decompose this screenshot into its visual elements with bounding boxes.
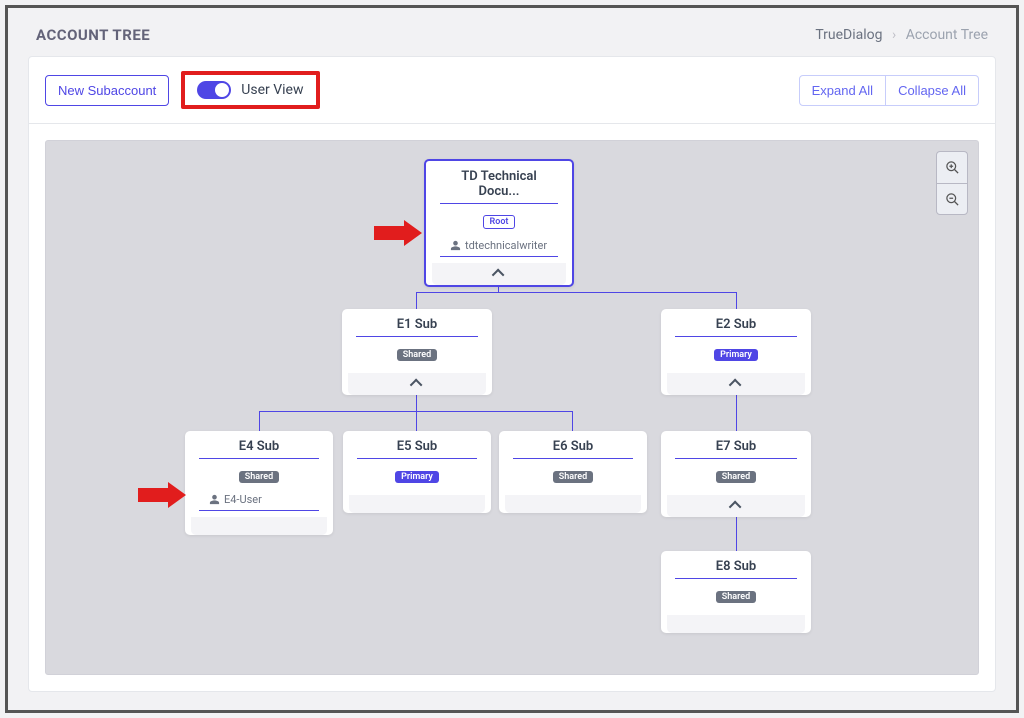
tree-node-e4[interactable]: E4 Sub Shared E4-User [185,431,333,535]
chevron-up-icon [413,377,422,391]
expand-all-button[interactable]: Expand All [799,75,886,106]
badge-shared: Shared [239,471,279,483]
chevron-up-icon [495,267,504,281]
user-view-label: User View [241,82,303,98]
node-user: tdtechnicalwriter [440,235,558,257]
collapse-toggle[interactable] [667,373,805,395]
node-user: E4-User [199,489,319,511]
node-title: E8 Sub [675,559,797,579]
user-icon [209,494,220,505]
user-icon [450,240,461,251]
breadcrumb-current: Account Tree [906,27,988,43]
new-subaccount-button[interactable]: New Subaccount [45,75,169,106]
breadcrumb-parent[interactable]: TrueDialog [815,27,882,43]
badge-shared: Shared [716,471,756,483]
toggle-switch-icon[interactable] [197,81,231,99]
node-title: E2 Sub [675,317,797,337]
badge-shared: Shared [397,349,437,361]
tree-node-e5[interactable]: E5 Sub Primary [343,431,491,513]
badge-primary: Primary [714,349,758,361]
node-footer[interactable] [191,517,327,535]
chevron-up-icon [732,377,741,391]
tree-node-e2[interactable]: E2 Sub Primary [661,309,811,395]
node-title: E5 Sub [357,439,477,459]
badge-shared: Shared [716,591,756,603]
collapse-toggle[interactable] [432,263,566,285]
red-arrow-annotation [374,220,422,246]
magnify-plus-icon [945,160,960,175]
node-title: E1 Sub [356,317,478,337]
tree-canvas[interactable]: TD Technical Docu... Root tdtechnicalwri… [45,140,979,675]
zoom-out-button[interactable] [936,183,968,215]
node-footer[interactable] [667,615,805,633]
user-view-toggle[interactable]: User View [181,71,319,109]
page-title: ACCOUNT TREE [36,26,150,44]
badge-primary: Primary [395,471,439,483]
red-arrow-annotation [138,482,186,508]
collapse-toggle[interactable] [667,495,805,517]
magnify-minus-icon [945,192,960,207]
node-title: E6 Sub [513,439,633,459]
chevron-right-icon: › [892,27,896,43]
tree-node-root[interactable]: TD Technical Docu... Root tdtechnicalwri… [424,159,574,287]
node-title: E4 Sub [199,439,319,459]
badge-root: Root [483,215,516,229]
tree-node-e8[interactable]: E8 Sub Shared [661,551,811,633]
tree-node-e7[interactable]: E7 Sub Shared [661,431,811,517]
node-footer[interactable] [349,495,485,513]
zoom-in-button[interactable] [936,151,968,183]
collapse-toggle[interactable] [348,373,486,395]
badge-shared: Shared [553,471,593,483]
node-footer[interactable] [505,495,641,513]
chevron-up-icon [732,499,741,513]
tree-node-e1[interactable]: E1 Sub Shared [342,309,492,395]
tree-node-e6[interactable]: E6 Sub Shared [499,431,647,513]
node-title: TD Technical Docu... [440,169,558,204]
node-title: E7 Sub [675,439,797,459]
breadcrumb: TrueDialog › Account Tree [815,27,988,43]
collapse-all-button[interactable]: Collapse All [886,75,979,106]
